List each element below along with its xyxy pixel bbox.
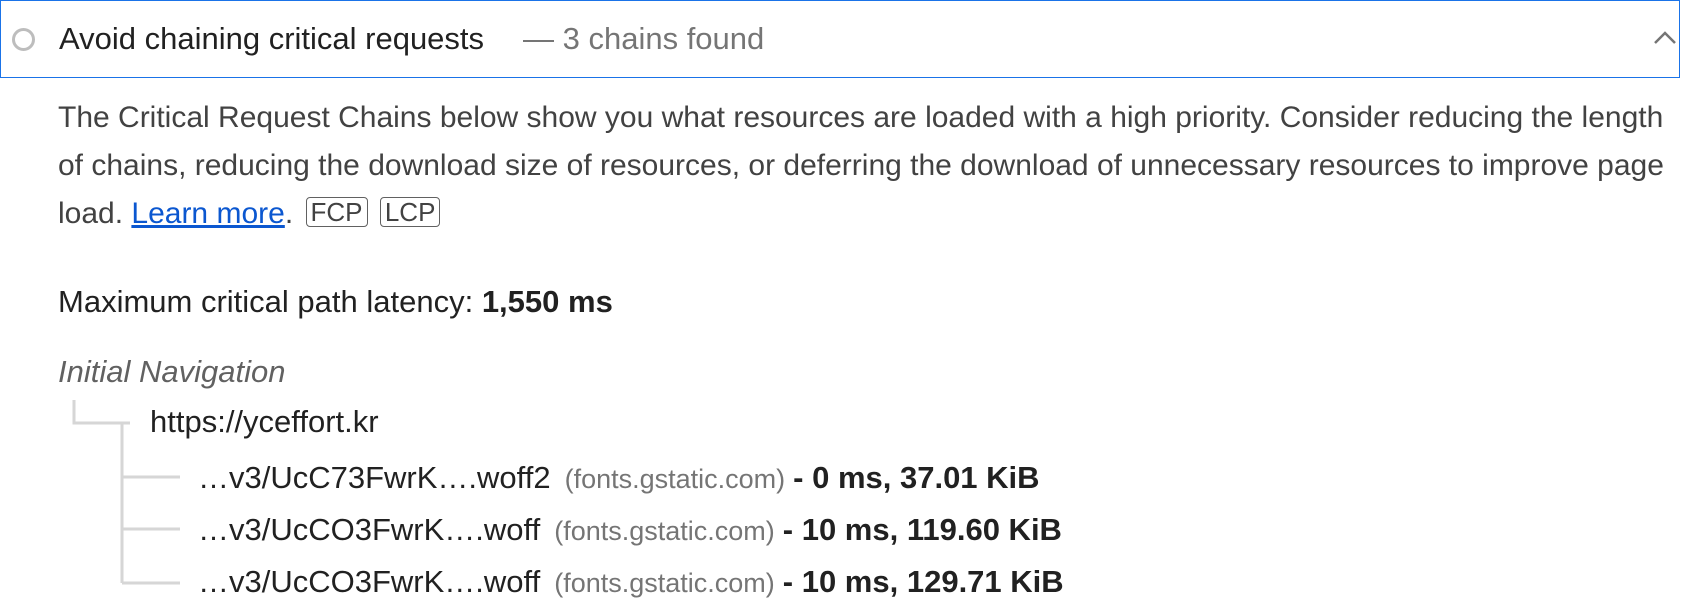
chain-host: (fonts.gstatic.com) — [554, 516, 775, 546]
chain-file: …v3/UcCO3FwrK….woff — [198, 512, 541, 547]
chain-stats: - 10 ms, 119.60 KiB — [782, 512, 1062, 547]
chain-file: …v3/UcC73FwrK….woff2 — [198, 460, 551, 495]
chain-item: …v3/UcC73FwrK….woff2 (fonts.gstatic.com) -… — [198, 458, 1040, 499]
chain-host: (fonts.gstatic.com) — [564, 464, 786, 494]
chain-item: …v3/UcCO3FwrK….woff (fonts.gstatic.com) - … — [198, 562, 1064, 603]
chain-host: (fonts.gstatic.com) — [554, 568, 775, 598]
tree-connector-root — [72, 400, 130, 425]
chain-file: …v3/UcCO3FwrK….woff — [198, 564, 541, 599]
chain-stats: - 0 ms, 37.01 KiB — [793, 460, 1040, 495]
chain-root-url: https://yceffort.kr — [150, 404, 379, 439]
chain-item: …v3/UcCO3FwrK….woff (fonts.gstatic.com) - … — [198, 510, 1062, 551]
chain-stats: - 10 ms, 129.71 KiB — [782, 564, 1064, 599]
